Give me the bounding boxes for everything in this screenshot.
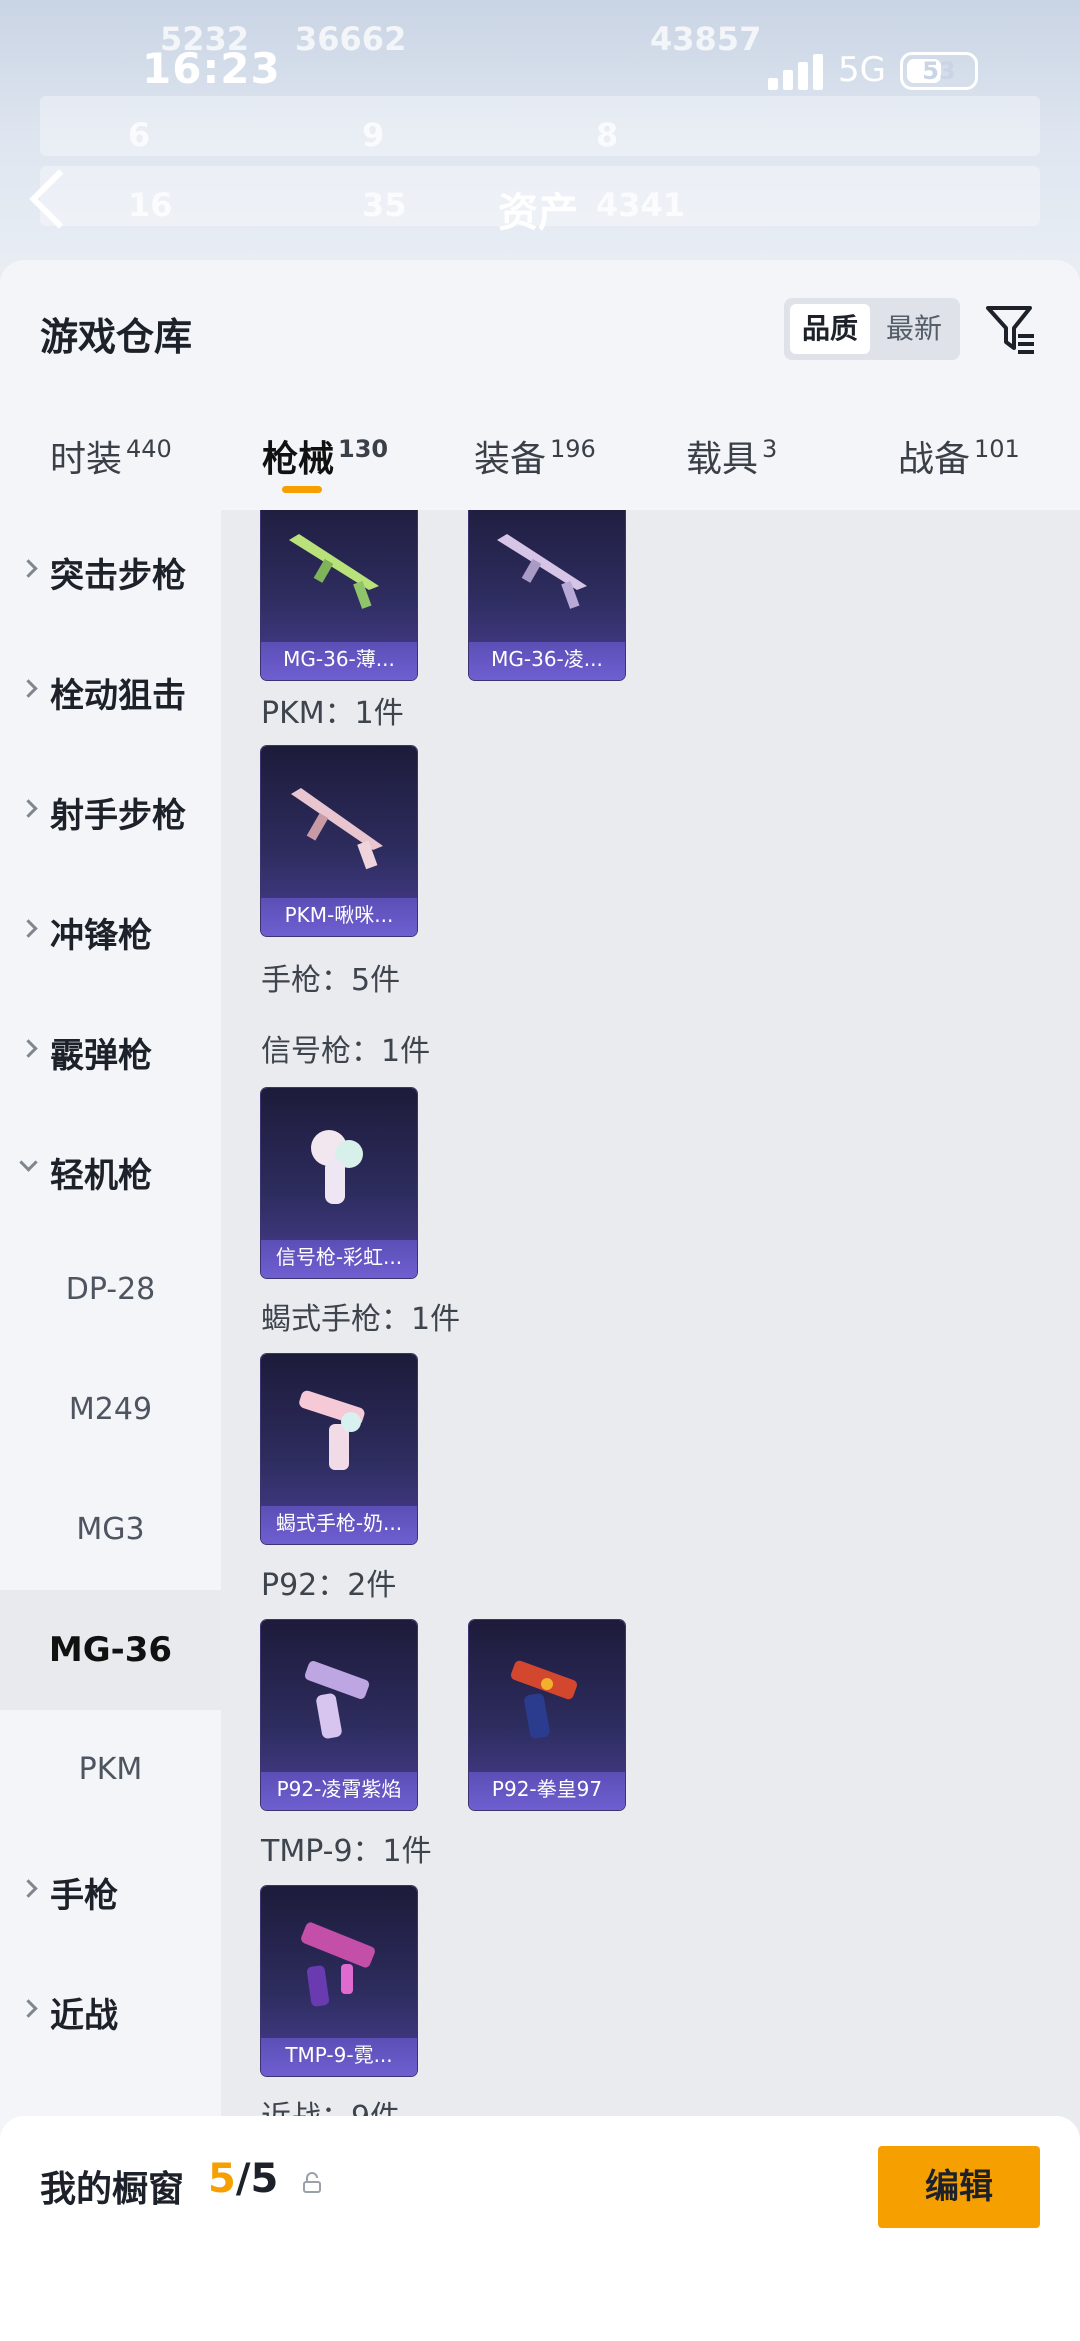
rifle-icon xyxy=(289,534,379,609)
pistol-icon xyxy=(311,1130,363,1204)
status-time: 16:23 xyxy=(142,44,281,93)
item-name: TMP-9-霓... xyxy=(285,2043,393,2067)
group-label-pistol: 手枪：5件 xyxy=(261,963,401,998)
pistol-icon xyxy=(304,1661,370,1739)
weapon-category-sidebar: 突击步枪 栓动狙击 射手步枪 冲锋枪 霰弹枪 轻机枪 DP-28 M249 MG… xyxy=(0,510,221,2341)
item-card[interactable]: 蝎式手枪-奶... xyxy=(261,1354,417,1544)
item-card[interactable]: P92-拳皇97 xyxy=(469,1620,625,1810)
status-header: 5232 36662 43857 6 9 8 16 35 4341 16:23 … xyxy=(0,0,1080,260)
blurred-value: 36662 xyxy=(295,20,407,58)
tab-supplies[interactable]: 战备 101 xyxy=(898,430,1020,482)
blurred-value: 9 xyxy=(362,116,385,154)
weapon-list: MG-36-薄... MG-36-凌... PKM：1件 PKM-啾咪... 手… xyxy=(221,510,1080,2341)
sidebar-item-smg[interactable]: 冲锋枪 xyxy=(0,870,221,990)
sidebar-sub-mg3[interactable]: MG3 xyxy=(0,1470,221,1590)
item-name: PKM-啾咪... xyxy=(284,903,394,927)
sort-toggle: 品质 最新 xyxy=(784,298,960,360)
blurred-value: 43857 xyxy=(650,20,762,58)
tab-count: 101 xyxy=(974,435,1020,463)
warehouse-panel: 游戏仓库 品质 最新 时装 440 枪械 130 装备 196 载具 3 战备 101 突… xyxy=(0,260,1080,2341)
sidebar-item-pistol[interactable]: 手枪 xyxy=(0,1830,221,1950)
showcase-count: 5/5 xyxy=(208,2156,279,2202)
warehouse-title: 游戏仓库 xyxy=(40,315,193,359)
sidebar-item-melee[interactable]: 近战 xyxy=(0,1950,221,2070)
sidebar-sub-dp28[interactable]: DP-28 xyxy=(0,1230,221,1350)
chevron-right-icon xyxy=(19,559,38,578)
chevron-right-icon xyxy=(19,1999,38,2018)
item-card[interactable]: 信号枪-彩虹... xyxy=(261,1088,417,1278)
category-tabs: 时装 440 枪械 130 装备 196 载具 3 战备 101 xyxy=(0,410,1080,500)
rifle-icon xyxy=(497,534,587,609)
item-name: P92-拳皇97 xyxy=(491,1777,603,1801)
item-name: 信号枪-彩虹... xyxy=(275,1245,403,1269)
battery-icon: 53 xyxy=(900,52,978,90)
sidebar-item-lmg[interactable]: 轻机枪 xyxy=(0,1110,221,1230)
group-label-flare-gun: 信号枪：1件 xyxy=(261,1034,431,1069)
blurred-stats-row xyxy=(40,96,1040,156)
item-name: P92-凌霄紫焰 xyxy=(276,1777,402,1801)
sort-newest-button[interactable]: 最新 xyxy=(874,304,954,354)
blurred-value: 8 xyxy=(596,116,619,154)
blurred-value: 16 xyxy=(128,186,173,224)
item-card[interactable]: TMP-9-霓... xyxy=(261,1886,417,2076)
item-name: 蝎式手枪-奶... xyxy=(275,1511,403,1535)
pistol-icon xyxy=(299,1390,365,1470)
showcase-label: 我的橱窗 xyxy=(40,2169,185,2210)
showcase-bar: 我的橱窗 5/5 编辑 xyxy=(0,2116,1080,2341)
tab-firearms[interactable]: 枪械 130 xyxy=(262,430,388,482)
battery-level: 53 xyxy=(922,57,956,85)
item-name: MG-36-薄... xyxy=(283,647,395,671)
item-name: MG-36-凌... xyxy=(491,647,603,671)
sidebar-item-assault-rifle[interactable]: 突击步枪 xyxy=(0,510,221,630)
signal-icon xyxy=(768,52,828,90)
active-tab-indicator xyxy=(282,486,322,493)
page-title: 资产 xyxy=(498,190,578,236)
edit-button[interactable]: 编辑 xyxy=(878,2146,1040,2228)
network-type: 5G xyxy=(838,50,886,90)
smg-icon xyxy=(301,1922,375,2007)
group-label-p92: P92：2件 xyxy=(261,1568,397,1603)
sidebar-sub-mg36[interactable]: MG-36 xyxy=(0,1590,221,1710)
tab-count: 440 xyxy=(126,435,172,463)
lock-icon xyxy=(303,2172,321,2193)
sidebar-item-shotgun[interactable]: 霰弹枪 xyxy=(0,990,221,1110)
chevron-down-icon xyxy=(19,1153,38,1172)
blurred-value: 6 xyxy=(128,116,151,154)
item-card[interactable]: PKM-啾咪... xyxy=(261,746,417,936)
blurred-value: 35 xyxy=(362,186,407,224)
sort-quality-button[interactable]: 品质 xyxy=(790,304,870,354)
pistol-icon xyxy=(510,1660,578,1739)
chevron-right-icon xyxy=(19,1879,38,1898)
blurred-value: 4341 xyxy=(596,186,686,224)
chevron-right-icon xyxy=(19,679,38,698)
item-card[interactable]: MG-36-薄... xyxy=(261,510,417,680)
tab-equipment[interactable]: 装备 196 xyxy=(474,430,596,482)
item-card[interactable]: MG-36-凌... xyxy=(469,510,625,680)
rifle-icon xyxy=(291,788,383,870)
sidebar-item-marksman-rifle[interactable]: 射手步枪 xyxy=(0,750,221,870)
tab-vehicles[interactable]: 载具 3 xyxy=(686,430,777,482)
chevron-right-icon xyxy=(19,1039,38,1058)
tab-count: 196 xyxy=(550,435,596,463)
sidebar-item-bolt-sniper[interactable]: 栓动狙击 xyxy=(0,630,221,750)
sidebar-sub-pkm[interactable]: PKM xyxy=(0,1710,221,1830)
group-label-tmp9: TMP-9：1件 xyxy=(261,1834,432,1869)
group-label-pkm: PKM：1件 xyxy=(261,696,404,731)
tab-fashion[interactable]: 时装 440 xyxy=(50,430,172,482)
filter-icon[interactable] xyxy=(984,302,1038,356)
tab-count: 3 xyxy=(762,435,778,463)
chevron-right-icon xyxy=(19,799,38,818)
chevron-right-icon xyxy=(19,919,38,938)
group-label-scorpion-pistol: 蝎式手枪：1件 xyxy=(261,1302,461,1337)
item-card[interactable]: P92-凌霄紫焰 xyxy=(261,1620,417,1810)
sidebar-sub-m249[interactable]: M249 xyxy=(0,1350,221,1470)
tab-count: 130 xyxy=(338,435,389,463)
